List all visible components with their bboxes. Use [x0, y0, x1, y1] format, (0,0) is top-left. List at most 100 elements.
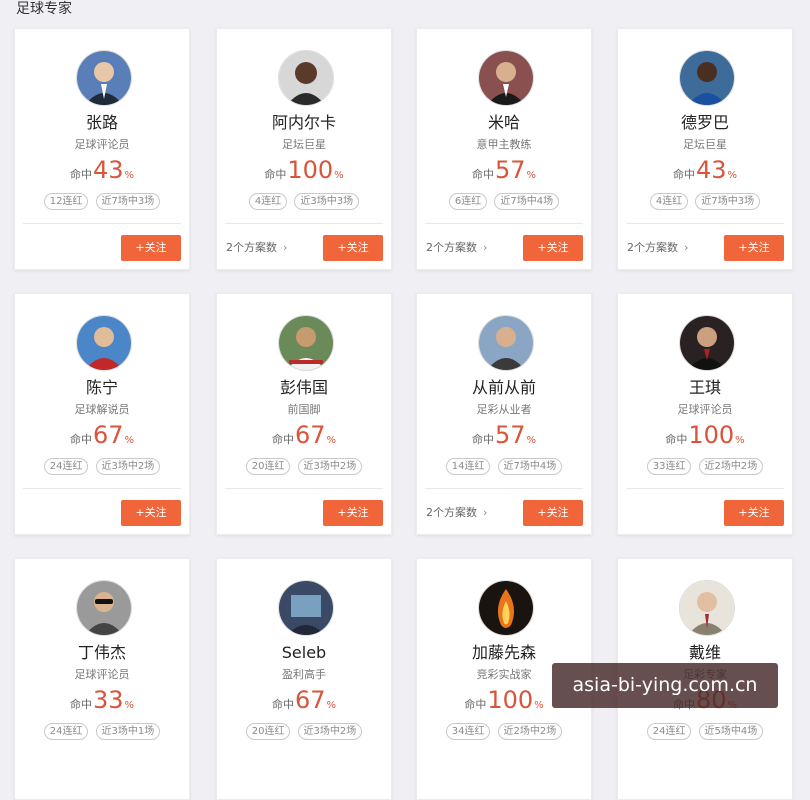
hit-rate-label: 命中 [672, 168, 695, 181]
plans-link[interactable]: 2个方案数 › [426, 241, 487, 255]
plans-count: 2个方案数 [426, 241, 477, 254]
expert-name: 王琪 [688, 378, 721, 397]
streak-tags: 20连红 近3场中2场 [217, 454, 391, 475]
hit-rate-unit: % [727, 170, 738, 181]
expert-card[interactable]: 丁伟杰 足球评论员 命中33% 24连红 近3场中1场 [14, 558, 190, 800]
recent-record-tag: 近3场中2场 [297, 458, 363, 475]
hit-rate: 命中67% [217, 420, 391, 456]
hit-rate: 命中67% [217, 685, 391, 721]
expert-card[interactable]: 王琪 足球评论员 命中100% 33连红 近2场中2场 +关注 [617, 293, 793, 535]
avatar[interactable] [478, 580, 534, 636]
expert-name: 德罗巴 [680, 113, 729, 132]
hit-rate: 命中100% [618, 420, 792, 456]
plans-link[interactable]: 2个方案数 › [627, 241, 688, 255]
expert-name: 彭伟国 [279, 378, 328, 397]
hit-rate-value: 43 [92, 156, 124, 184]
divider [225, 223, 383, 224]
recent-record-tag: 近7场中4场 [494, 193, 560, 210]
follow-button[interactable]: +关注 [323, 235, 383, 261]
expert-name: 从前从前 [471, 378, 536, 397]
follow-button[interactable]: +关注 [724, 235, 784, 261]
expert-card[interactable]: 彭伟国 前国脚 命中67% 20连红 近3场中2场 +关注 [216, 293, 392, 535]
streak-tags: 6连红 近7场中4场 [417, 189, 591, 210]
avatar[interactable] [278, 580, 334, 636]
hit-rate-label: 命中 [464, 698, 487, 711]
expert-name: 张路 [85, 113, 118, 132]
expert-role: 足坛巨星 [683, 138, 727, 151]
avatar[interactable] [679, 315, 735, 371]
hit-rate: 命中57% [417, 420, 591, 456]
expert-role: 前国脚 [287, 403, 321, 416]
plans-link[interactable]: 2个方案数 › [226, 241, 287, 255]
hit-rate-value: 67 [92, 421, 124, 449]
streak-tag: 24连红 [646, 723, 692, 740]
hit-rate-label: 命中 [69, 168, 92, 181]
avatar[interactable] [478, 50, 534, 106]
streak-tag: 6连红 [448, 193, 488, 210]
hit-rate: 命中100% [217, 155, 391, 191]
expert-card[interactable]: Seleb 盈利高手 命中67% 20连红 近3场中2场 [216, 558, 392, 800]
follow-button[interactable]: +关注 [724, 500, 784, 526]
recent-record-tag: 近3场中2场 [297, 723, 363, 740]
avatar[interactable] [76, 580, 132, 636]
expert-name: 阿内尔卡 [271, 113, 336, 132]
divider [425, 488, 583, 489]
hit-rate-value: 33 [92, 686, 124, 714]
hit-rate-label: 命中 [471, 168, 494, 181]
expert-card[interactable]: 从前从前 足彩从业者 命中57% 14连红 近7场中4场 2个方案数 › +关注 [416, 293, 592, 535]
streak-tags: 33连红 近2场中2场 [618, 454, 792, 475]
follow-button[interactable]: +关注 [323, 500, 383, 526]
streak-tag: 20连红 [245, 723, 291, 740]
hit-rate-value: 57 [494, 421, 526, 449]
recent-record-tag: 近2场中2场 [497, 723, 563, 740]
expert-role: 足坛巨星 [282, 138, 326, 151]
recent-record-tag: 近3场中1场 [95, 723, 161, 740]
avatar[interactable] [679, 50, 735, 106]
expert-role: 足球评论员 [74, 138, 130, 151]
avatar[interactable] [278, 50, 334, 106]
expert-card[interactable]: 张路 足球评论员 命中43% 12连红 近7场中3场 +关注 [14, 28, 190, 270]
avatar[interactable] [478, 315, 534, 371]
hit-rate-unit: % [326, 435, 337, 446]
avatar[interactable] [76, 50, 132, 106]
recent-record-tag: 近7场中4场 [497, 458, 563, 475]
hit-rate-unit: % [124, 435, 135, 446]
chevron-right-icon: › [283, 241, 288, 254]
avatar[interactable] [679, 580, 735, 636]
expert-card[interactable]: 阿内尔卡 足坛巨星 命中100% 4连红 近3场中3场 2个方案数 › +关注 [216, 28, 392, 270]
follow-button[interactable]: +关注 [121, 500, 181, 526]
watermark: asia-bi-ying.com.cn [552, 663, 778, 708]
plans-link[interactable]: 2个方案数 › [426, 506, 487, 520]
expert-role: 足彩从业者 [476, 403, 532, 416]
expert-name: 戴维 [688, 643, 721, 662]
avatar[interactable] [76, 315, 132, 371]
streak-tag: 34连红 [445, 723, 491, 740]
plans-count: 2个方案数 [426, 506, 477, 519]
expert-name: 米哈 [487, 113, 520, 132]
hit-rate-unit: % [735, 435, 745, 446]
expert-card[interactable]: 陈宁 足球解说员 命中67% 24连红 近3场中2场 +关注 [14, 293, 190, 535]
recent-record-tag: 近7场中3场 [695, 193, 761, 210]
hit-rate-value: 43 [695, 156, 727, 184]
streak-tags: 20连红 近3场中2场 [217, 719, 391, 740]
chevron-right-icon: › [483, 241, 488, 254]
follow-button[interactable]: +关注 [523, 500, 583, 526]
page-title: 足球专家 [16, 1, 72, 17]
expert-role: 盈利高手 [282, 668, 326, 681]
expert-card[interactable]: 米哈 意甲主教练 命中57% 6连红 近7场中4场 2个方案数 › +关注 [416, 28, 592, 270]
follow-button[interactable]: +关注 [121, 235, 181, 261]
hit-rate-label: 命中 [271, 433, 294, 446]
expert-name: 陈宁 [85, 378, 118, 397]
follow-button[interactable]: +关注 [523, 235, 583, 261]
streak-tag: 14连红 [445, 458, 491, 475]
streak-tag: 12连红 [43, 193, 89, 210]
expert-card[interactable]: 德罗巴 足坛巨星 命中43% 4连红 近7场中3场 2个方案数 › +关注 [617, 28, 793, 270]
hit-rate-unit: % [326, 700, 337, 711]
hit-rate-label: 命中 [264, 168, 287, 181]
avatar[interactable] [278, 315, 334, 371]
streak-tag: 4连红 [248, 193, 288, 210]
hit-rate-label: 命中 [665, 433, 688, 446]
hit-rate-value: 67 [294, 421, 326, 449]
hit-rate-unit: % [534, 700, 544, 711]
divider [225, 488, 383, 489]
